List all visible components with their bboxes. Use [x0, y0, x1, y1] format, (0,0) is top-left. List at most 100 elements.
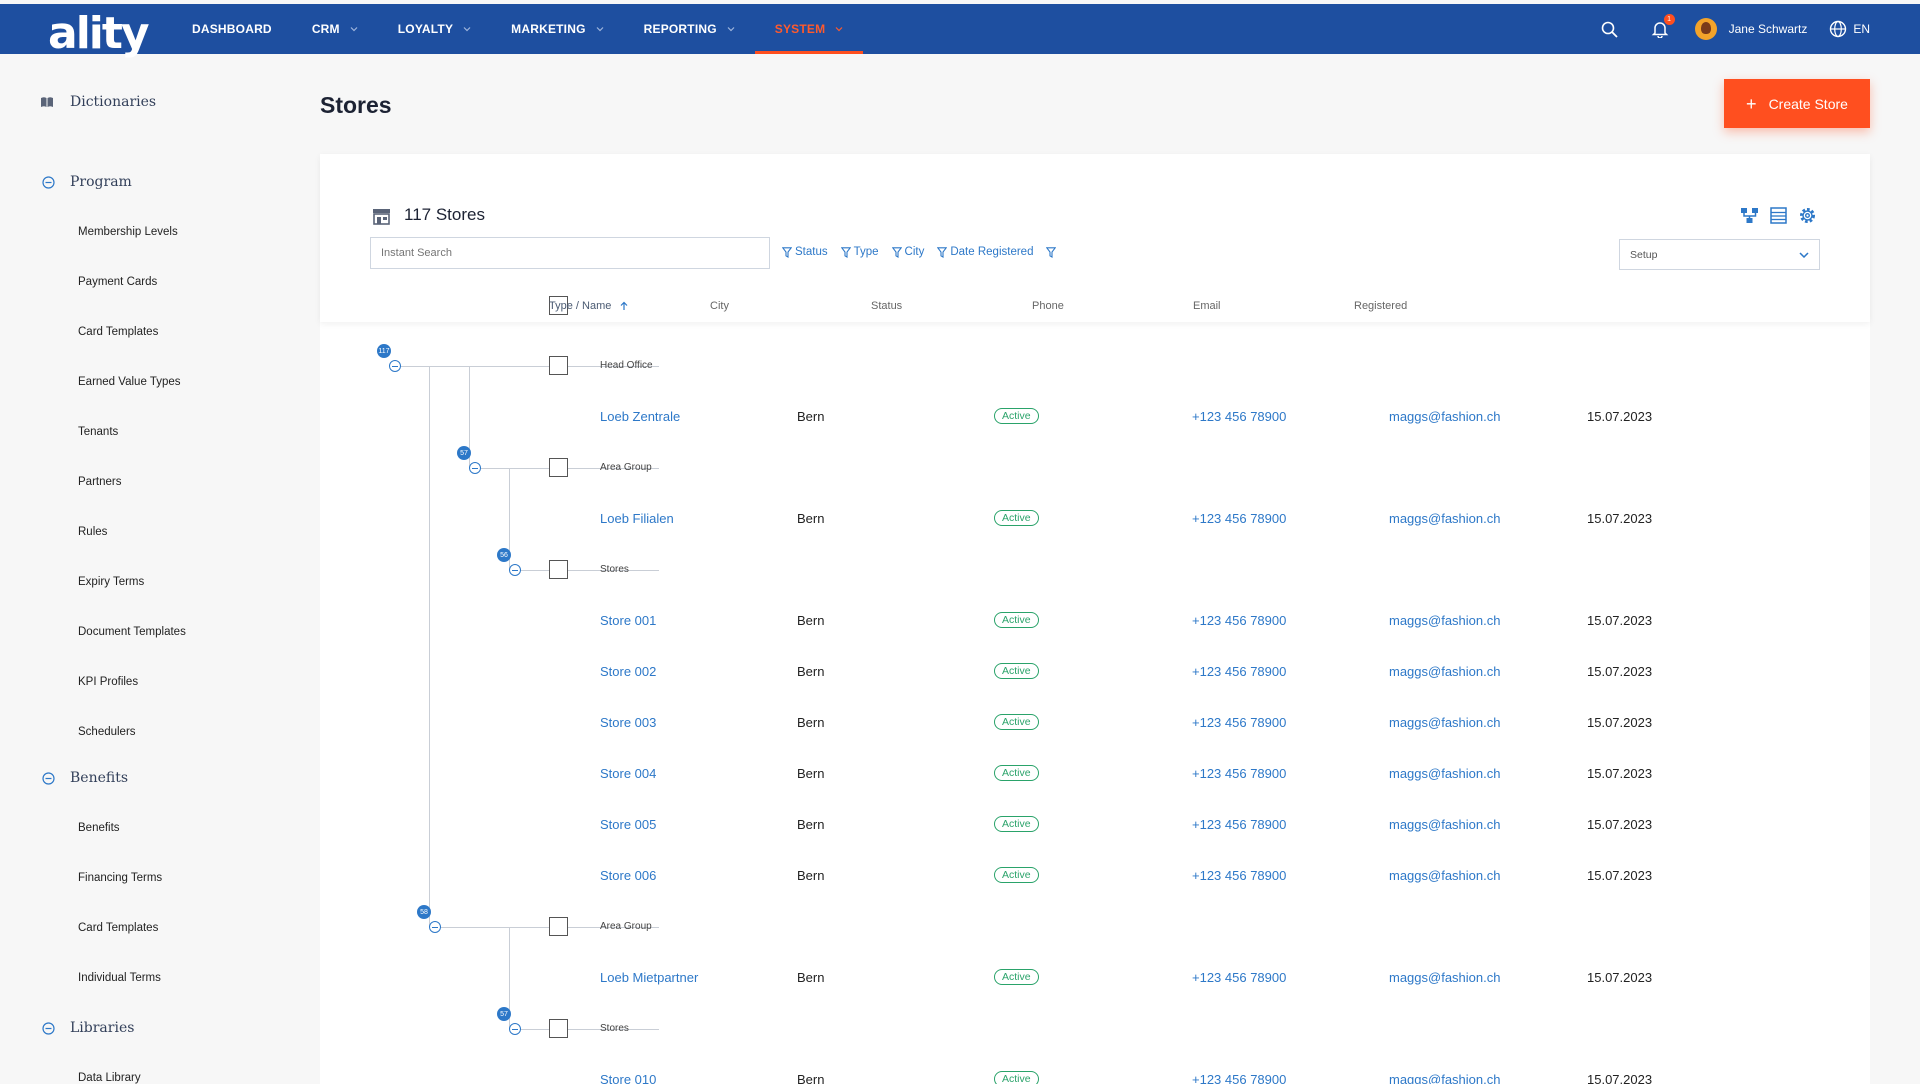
group-checkbox[interactable] [549, 1019, 568, 1038]
store-email-link[interactable]: maggs@fashion.ch [1389, 766, 1500, 781]
nav-crm[interactable]: CRM [292, 4, 378, 54]
store-phone-link[interactable]: +123 456 78900 [1192, 613, 1286, 628]
column-header-status: Status [871, 300, 903, 312]
store-email-link[interactable]: maggs@fashion.ch [1389, 868, 1500, 883]
sidebar-section-libraries[interactable]: Libraries [42, 1020, 134, 1036]
store-name-link[interactable]: Store 002 [600, 664, 656, 679]
store-registered-date: 15.07.2023 [1587, 511, 1653, 526]
store-phone-link[interactable]: +123 456 78900 [1192, 511, 1286, 526]
top-navigation-bar: ality DASHBOARD CRM LOYALTY MARKETING REPORT… [0, 4, 1920, 56]
filter-date-registered[interactable]: Date Registered [937, 246, 1033, 258]
store-name-link[interactable]: Store 003 [600, 715, 656, 730]
sidebar-item-schedulers[interactable]: Schedulers [78, 726, 136, 738]
tree-branch-line [515, 1029, 659, 1030]
store-phone-link[interactable]: +123 456 78900 [1192, 409, 1286, 424]
sidebar-item-tenants[interactable]: Tenants [78, 426, 118, 438]
sidebar-item-data-library[interactable]: Data Library [78, 1072, 141, 1084]
group-checkbox[interactable] [549, 917, 568, 936]
search-icon[interactable] [1599, 18, 1621, 40]
collapse-node-icon[interactable] [429, 921, 441, 933]
collapse-node-icon[interactable] [389, 360, 401, 372]
sidebar-item-payment-cards[interactable]: Payment Cards [78, 276, 157, 288]
group-checkbox[interactable] [549, 560, 568, 579]
list-view-icon[interactable] [1769, 206, 1788, 225]
create-store-button[interactable]: + Create Store [1724, 79, 1870, 128]
sidebar-item-earned-value-types[interactable]: Earned Value Types [78, 376, 181, 388]
store-name-link[interactable]: Loeb Filialen [600, 511, 674, 526]
nav-reporting[interactable]: REPORTING [624, 4, 755, 54]
instant-search-input[interactable] [370, 237, 770, 269]
sidebar-section-benefits[interactable]: Benefits [42, 770, 128, 786]
sidebar-item-card-templates[interactable]: Card Templates [78, 326, 158, 338]
store-email-link[interactable]: maggs@fashion.ch [1389, 1072, 1500, 1084]
store-name-link[interactable]: Loeb Mietpartner [600, 970, 698, 985]
sidebar-item-kpi-profiles[interactable]: KPI Profiles [78, 676, 138, 688]
main-nav: DASHBOARD CRM LOYALTY MARKETING REPORTING SYS… [172, 4, 863, 54]
group-count-badge: 57 [497, 1007, 511, 1021]
store-phone-link[interactable]: +123 456 78900 [1192, 868, 1286, 883]
store-registered-date: 15.07.2023 [1587, 868, 1653, 883]
store-phone-link[interactable]: +123 456 78900 [1192, 817, 1286, 832]
nav-system[interactable]: SYSTEM [754, 4, 864, 54]
sidebar-item-document-templates[interactable]: Document Templates [78, 626, 186, 638]
sidebar-item-rules[interactable]: Rules [78, 526, 107, 538]
sidebar-item-benefits[interactable]: Benefits [78, 822, 120, 834]
store-name-link[interactable]: Loeb Zentrale [600, 409, 680, 424]
store-email-link[interactable]: maggs@fashion.ch [1389, 817, 1500, 832]
group-count-badge: 117 [377, 344, 391, 358]
nav-loyalty[interactable]: LOYALTY [378, 4, 491, 54]
user-name[interactable]: Jane Schwartz [1729, 22, 1808, 36]
nav-marketing[interactable]: MARKETING [491, 4, 623, 54]
column-header-city: City [710, 300, 729, 312]
sidebar-section-program[interactable]: Program [42, 174, 132, 190]
store-name-link[interactable]: Store 006 [600, 868, 656, 883]
column-header-registered: Registered [1354, 300, 1408, 312]
collapse-node-icon[interactable] [469, 462, 481, 474]
column-header-type-name[interactable]: Type / Name [549, 300, 629, 312]
user-avatar[interactable] [1694, 18, 1717, 40]
store-email-link[interactable]: maggs@fashion.ch [1389, 715, 1500, 730]
store-email-link[interactable]: maggs@fashion.ch [1389, 664, 1500, 679]
sidebar-item-membership-levels[interactable]: Membership Levels [78, 226, 178, 238]
language-selector[interactable]: EN [1829, 20, 1870, 38]
notifications-bell-icon[interactable]: 1 [1649, 14, 1675, 40]
store-name-link[interactable]: Store 005 [600, 817, 656, 832]
store-city: Bern [797, 664, 825, 679]
store-phone-link[interactable]: +123 456 78900 [1192, 766, 1286, 781]
store-email-link[interactable]: maggs@fashion.ch [1389, 970, 1500, 985]
store-phone-link[interactable]: +123 456 78900 [1192, 664, 1286, 679]
sort-ascending-icon [620, 301, 628, 310]
store-name-link[interactable]: Store 004 [600, 766, 656, 781]
store-name-link[interactable]: Store 001 [600, 613, 656, 628]
sidebar-dictionaries[interactable]: Dictionaries [40, 94, 156, 110]
tree-view-icon[interactable] [1740, 206, 1759, 225]
collapse-node-icon[interactable] [509, 564, 521, 576]
setup-dropdown[interactable]: Setup [1619, 239, 1820, 270]
filter-type[interactable]: Type [840, 246, 879, 258]
filter-icon [840, 246, 851, 258]
store-phone-link[interactable]: +123 456 78900 [1192, 1072, 1286, 1084]
store-email-link[interactable]: maggs@fashion.ch [1389, 613, 1500, 628]
filter-icon [1046, 246, 1057, 258]
collapse-node-icon[interactable] [509, 1023, 521, 1035]
sidebar-item-financing-terms[interactable]: Financing Terms [78, 872, 162, 884]
sidebar-item-partners[interactable]: Partners [78, 476, 121, 488]
store-name-link[interactable]: Store 010 [600, 1072, 656, 1084]
store-email-link[interactable]: maggs@fashion.ch [1389, 511, 1500, 526]
more-filters-icon[interactable] [1046, 246, 1059, 258]
sidebar-item-card-templates[interactable]: Card Templates [78, 922, 158, 934]
filter-status[interactable]: Status [782, 246, 828, 258]
settings-gear-icon[interactable] [1798, 206, 1817, 225]
filter-city[interactable]: City [891, 246, 924, 258]
group-checkbox[interactable] [549, 458, 568, 477]
sidebar-item-individual-terms[interactable]: Individual Terms [78, 972, 161, 984]
store-email-link[interactable]: maggs@fashion.ch [1389, 409, 1500, 424]
sidebar-item-expiry-terms[interactable]: Expiry Terms [78, 576, 144, 588]
group-checkbox[interactable] [549, 356, 568, 375]
status-badge: Active [994, 510, 1039, 526]
ality-logo[interactable]: ality [48, 8, 150, 56]
nav-dashboard[interactable]: DASHBOARD [172, 4, 292, 54]
store-phone-link[interactable]: +123 456 78900 [1192, 970, 1286, 985]
store-phone-link[interactable]: +123 456 78900 [1192, 715, 1286, 730]
store-registered-date: 15.07.2023 [1587, 817, 1653, 832]
